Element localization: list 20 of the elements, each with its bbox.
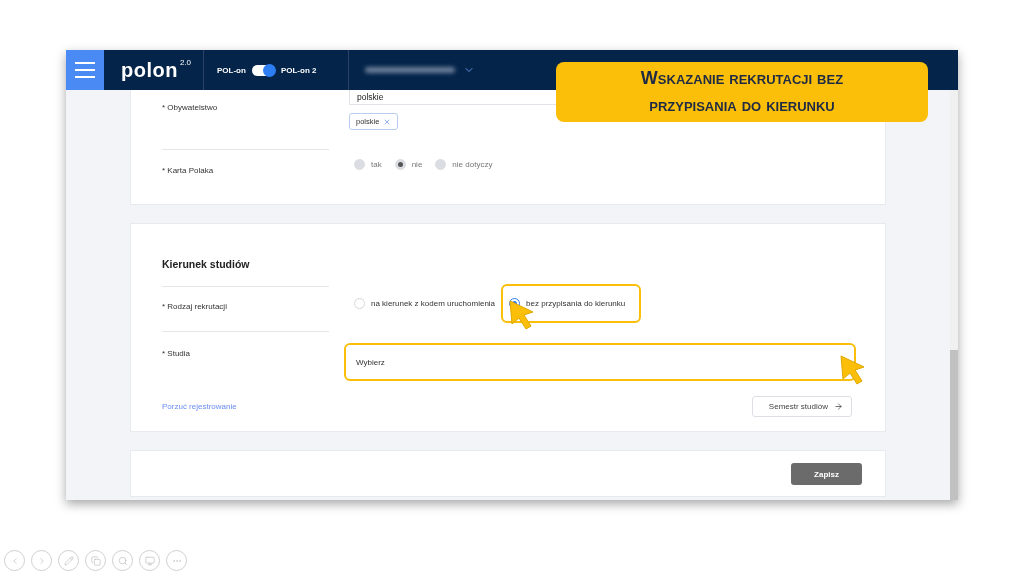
logo: polon	[121, 58, 178, 82]
select-field[interactable]: polskie	[349, 90, 556, 105]
field-label: * Obywatelstwo	[162, 103, 218, 112]
callout-banner: Wskazanie rekrutacji bez przypisania do kierunku	[556, 62, 928, 122]
toggle-label: POL-on 2	[280, 65, 317, 75]
section-title: Kierunek studiów	[162, 258, 251, 270]
scrollbar[interactable]	[950, 90, 958, 500]
cursor-icon	[840, 355, 866, 385]
next-button[interactable]: Semestr studiów	[751, 396, 852, 417]
version-switch[interactable]	[251, 64, 275, 76]
field-label: * Studia	[162, 349, 191, 358]
menu-icon[interactable]	[66, 50, 104, 90]
radio-option[interactable]: na kierunek z kodem uruchomienia	[354, 297, 496, 309]
field-label: * Rodzaj rekrutacji	[162, 302, 227, 311]
arrow-right-icon	[834, 402, 843, 411]
close-icon[interactable]	[383, 117, 392, 126]
save-button[interactable]: Zapisz	[791, 463, 862, 485]
field-label: * Karta Polaka	[162, 166, 214, 175]
toggle-label: POL-on	[217, 65, 246, 75]
logo-version: 2.0	[179, 58, 192, 67]
